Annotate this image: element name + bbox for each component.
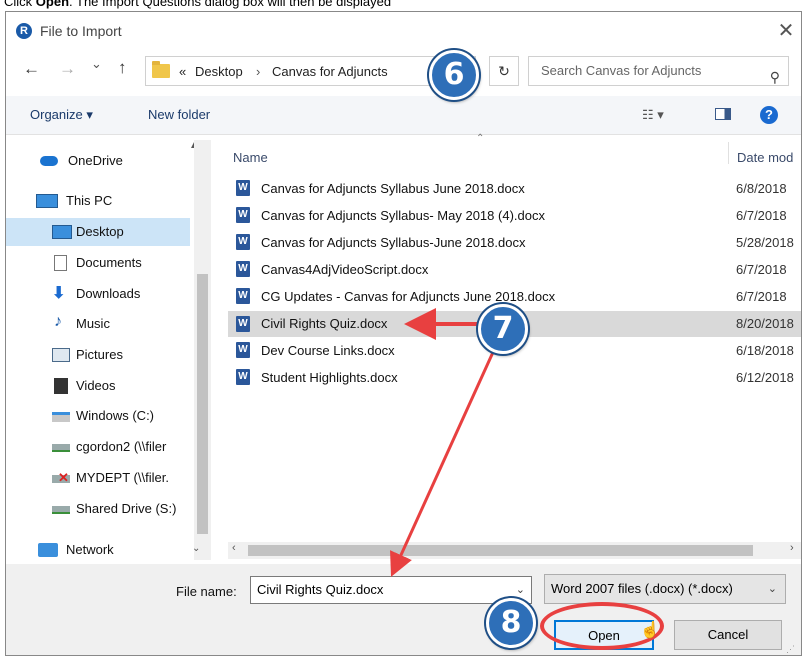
callout-step-8: 8 [486,598,536,648]
annotation-arrows [390,308,496,577]
mouse-cursor-icon: ☝ [640,622,660,639]
arrow-to-file-name [390,349,496,577]
callout-step-7: 7 [478,304,528,354]
callout-step-6: 6 [429,50,479,100]
